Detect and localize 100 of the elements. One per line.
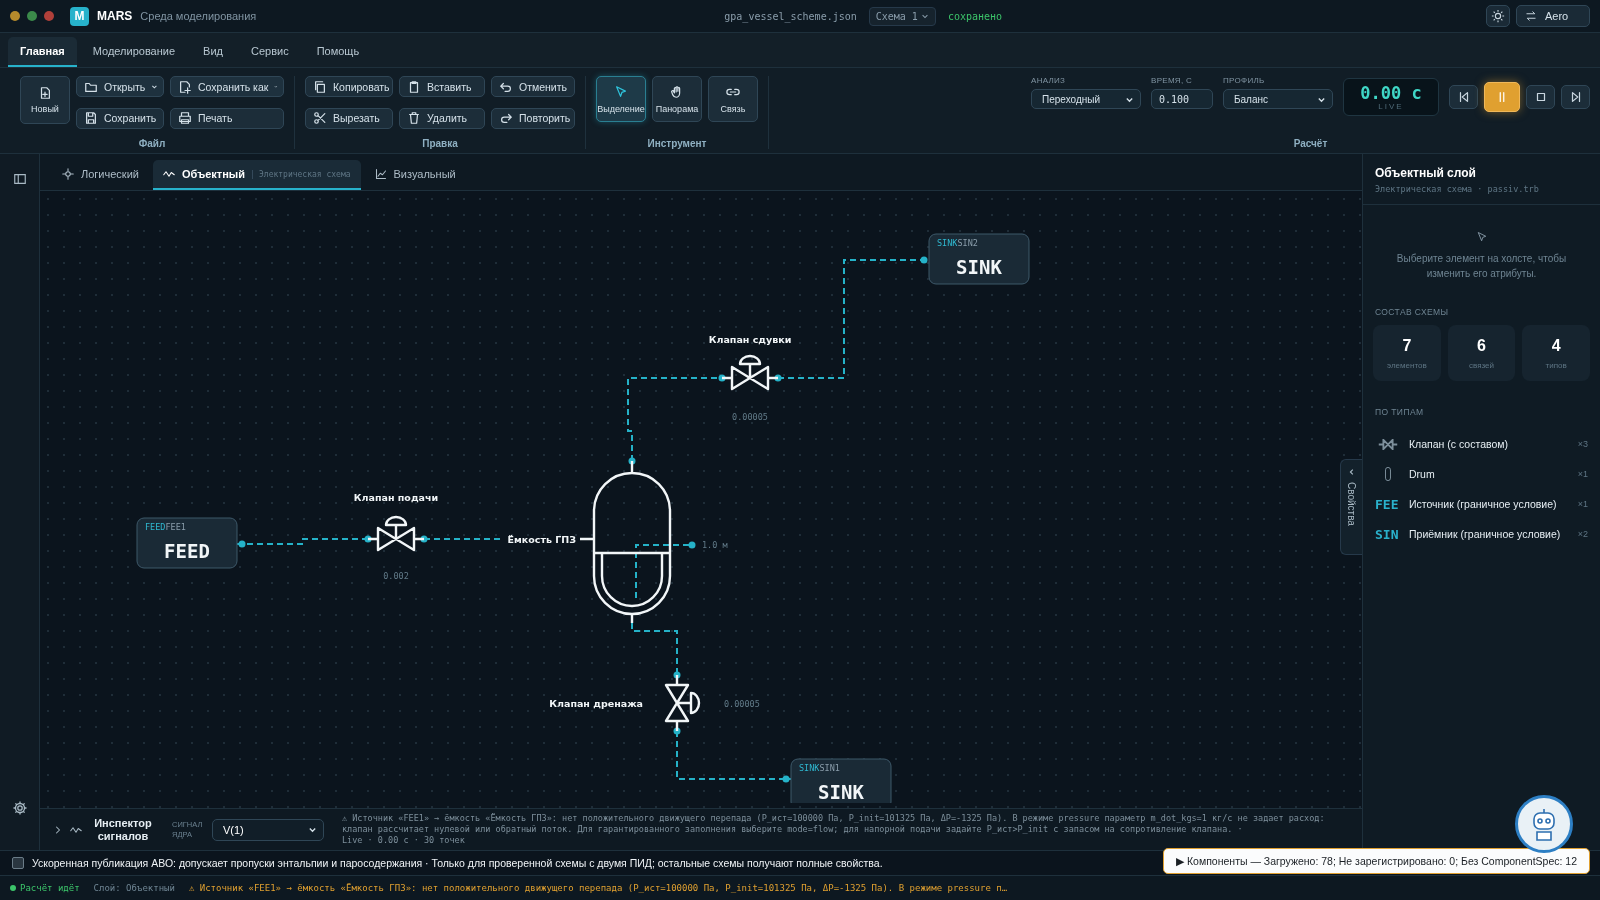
dropdown-field[interactable]: Переходный [1031,89,1141,109]
file-action-button[interactable]: Сохранить [76,107,164,129]
selection-hint: Выберите элемент на холсте, чтобы изменить его атрибуты. [1395,252,1568,281]
pause-button[interactable] [1484,82,1520,112]
menu-tab[interactable]: Моделирование [80,37,188,67]
menu-tab[interactable]: Главная [8,37,77,67]
type-label: Приёмник (граничное условие) [1409,528,1562,540]
port-dot[interactable] [718,374,726,382]
stat-label: типов [1545,360,1567,370]
notification-text: ▶ Компоненты — Загружено: 78; Не зарегистрировано: 0; Без ComponentSpec: 12 [1176,855,1577,867]
menu-tab[interactable]: Помощь [304,37,372,67]
edit-action-button[interactable]: Копировать [305,76,393,97]
window-minimize-button[interactable] [10,11,20,21]
port-dot[interactable] [673,727,681,735]
group-title: Инструмент [647,138,707,149]
group-title: Правка [422,138,458,149]
notice-text: Ускоренная публикация АВО: допускает пропуски энтальпии и паросодержания · Только для проверенной схемы с двумя ПИД; остальные схемы получают полные свойства. [32,857,883,869]
preset-button[interactable]: Aero [1516,5,1590,27]
settings-icon[interactable] [11,800,28,816]
window-maximize-button[interactable] [27,11,37,21]
stat-label: элементов [1387,360,1427,370]
layer-tab[interactable]: Объектный Электрическая схема [152,160,361,190]
field-label: АНАЛИЗ [1031,76,1067,85]
type-count: ×2 [1577,529,1588,539]
valve-value: 0.00005 [732,412,768,422]
edit-action-button[interactable]: Вставить [399,76,485,97]
window-close-button[interactable] [44,11,54,21]
timer-value: 0.00 с [1360,83,1422,102]
layer-tab[interactable]: Визуальный [364,160,466,190]
type-count: ×3 [1577,439,1588,449]
edit-action-button[interactable]: Отменить [491,76,575,97]
tool-button[interactable]: Панорама [652,76,702,122]
valve-value: 0.002 [383,571,409,581]
port-dot[interactable] [688,541,696,549]
printer-icon [178,111,192,125]
section-heading: СОСТАВ СХЕМЫ [1375,307,1450,317]
swap-icon [1525,10,1537,22]
port-dot[interactable] [364,535,372,543]
valve-symbol[interactable] [720,354,780,391]
drum-icon [1385,467,1391,481]
valve-value: 0.00005 [724,699,760,709]
skip-forward-button[interactable] [1561,85,1590,109]
properties-side-tab[interactable]: Свойства [1340,459,1362,555]
field-label: ПРОФИЛЬ [1223,76,1266,85]
chevron-left-icon [1347,468,1356,476]
new-button[interactable]: Новый [20,76,70,124]
new-file-icon [38,86,52,100]
theme-toggle-button[interactable] [1486,5,1510,27]
section-heading: ПО ТИПАМ [1375,407,1425,417]
sidebar-toggle-icon[interactable] [12,172,27,186]
tool-button[interactable]: Выделение [596,76,646,122]
redo-icon [499,111,513,125]
checkbox[interactable] [12,857,24,869]
wave-icon [162,168,175,180]
signal-dropdown[interactable]: V(1) [212,818,324,841]
type-label: Клапан (с составом) [1409,438,1509,450]
layer-tab[interactable]: Логический [52,160,149,190]
port-dot[interactable] [420,535,428,543]
field-label: ВРЕМЯ, С [1151,76,1194,85]
boundary-node[interactable] [790,758,892,803]
scheme-dropdown[interactable]: Схема 1 [868,6,936,26]
port-dot[interactable] [628,457,636,465]
boundary-node[interactable] [136,517,238,569]
port-dot[interactable] [238,540,246,548]
menu-tab[interactable]: Сервис [238,37,301,67]
node-header: FEEDFEE1 [145,522,186,532]
dropdown-field[interactable]: Баланс [1223,89,1333,109]
app-subtitle: Среда моделирования [140,10,257,22]
file-action-button[interactable]: Сохранить как [170,76,284,97]
type-label: Источник (граничное условие) [1409,498,1558,510]
edit-action-button[interactable]: Удалить [399,107,485,129]
valve-label: Клапан подачи [353,492,439,503]
port-dot[interactable] [673,671,681,679]
edit-action-button[interactable]: Вырезать [305,107,393,129]
edit-action-button[interactable]: Повторить [491,107,575,129]
vessel-label: Ёмкость ГПЗ [507,534,576,545]
inspector-title: Инспектор сигналов [93,816,153,843]
boundary-node[interactable] [928,233,1030,285]
skip-back-button[interactable] [1449,85,1478,109]
file-action-button[interactable]: Открыть [76,76,164,97]
menu-tab[interactable]: Вид [191,37,235,67]
layer-status: Слой: Объектный [93,883,175,893]
node-title: FEED [164,540,210,562]
app-logo: M [70,6,89,26]
tool-button[interactable]: Связь [708,76,758,122]
stop-button[interactable] [1526,85,1555,109]
port-dot[interactable] [774,374,782,382]
warning-message: ⚠ Источник «FEE1» → ёмкость «Ёмкость ГПЗ»: нет положительного движущего перепада (P_ист=100000 Па, P_init=101325 Па, ΔP=-1325 Па). В режиме pressure п… [188,883,1008,893]
save-status: сохранено [947,10,1003,22]
cursor-icon [1475,231,1488,243]
chart-icon [374,168,387,180]
cursor-icon [614,84,628,99]
time-input-field[interactable]: 0.100 [1151,89,1213,109]
vessel-symbol[interactable] [578,459,672,625]
port-dot[interactable] [920,256,928,264]
valve-symbol[interactable] [366,515,426,552]
valve-symbol[interactable] [664,673,701,733]
port-dot[interactable] [782,775,790,783]
valve-icon [1378,438,1398,450]
file-action-button[interactable]: Печать [170,107,284,129]
